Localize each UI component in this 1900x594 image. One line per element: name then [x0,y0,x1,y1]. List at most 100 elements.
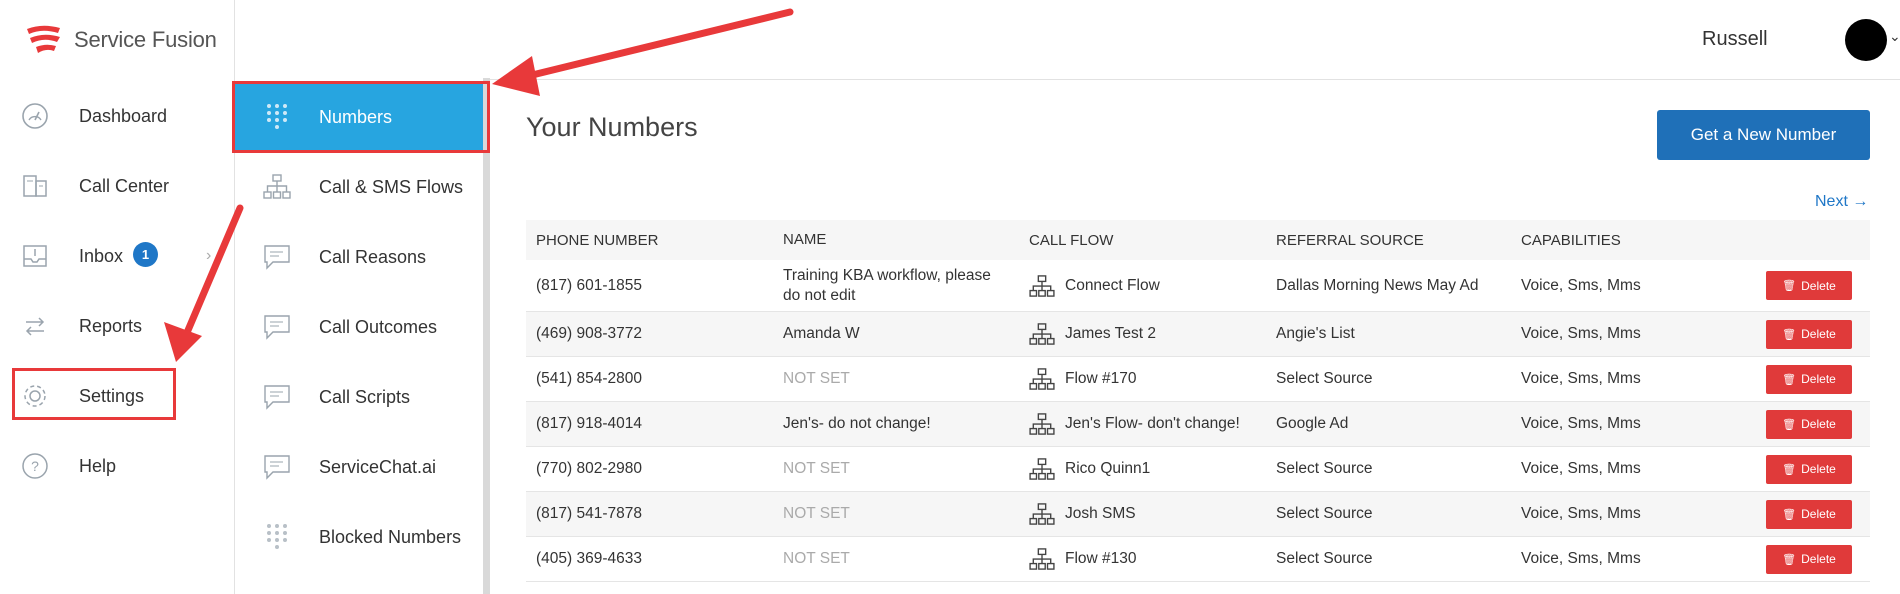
sidebar-item-call-center[interactable]: Call Center [0,157,234,215]
numbers-page: Your Numbers Get a New Number Next → PHO… [490,80,1900,594]
subnav-item-label: Call Scripts [319,386,411,407]
keypad-icon [262,522,292,552]
subnav-item-call-reasons[interactable]: Call Reasons [235,222,483,292]
delete-button[interactable]: 🗑 Delete [1766,409,1852,439]
numbers-table: PHONE NUMBER NAME CALL FLOW REFERRAL SOU… [526,220,1870,582]
flow-tree-icon [1029,548,1065,570]
subnav-item-label: Call & SMS Flows [319,176,464,197]
column-header-name[interactable]: NAME [783,230,1008,250]
inbox-count-badge: 1 [133,242,158,267]
flow-tree-icon [1029,368,1065,390]
user-name[interactable]: Russell [1702,28,1768,51]
brand-logo[interactable]: Service Fusion [24,22,217,58]
table-row[interactable]: (469) 908-3772 Amanda W James Test 2 Angie'… [526,312,1870,357]
delete-button[interactable]: 🗑 Delete [1766,271,1852,300]
annotation-highlight-settings [12,368,176,420]
table-row[interactable]: (817) 541-7878 NOT SET Josh SMS Select Sour… [526,492,1870,537]
sidebar-item-dashboard[interactable]: Dashboard [0,87,234,145]
capabilities: Voice, Sms, Mms [1521,415,1641,432]
subnav-item-blocked-numbers[interactable]: Blocked Numbers [235,502,483,572]
page-title: Your Numbers [526,112,698,142]
column-header-phone[interactable]: PHONE NUMBER [536,232,659,249]
service-fusion-logo-icon [24,23,64,57]
get-new-number-button[interactable]: Get a New Number [1657,110,1870,160]
phone-number: (817) 918-4014 [536,415,642,432]
help-icon: ? [20,451,50,481]
flow-tree-icon [1029,458,1065,480]
delete-button[interactable]: 🗑 Delete [1766,319,1852,349]
call-flow-cell[interactable]: Connect Flow [1029,274,1160,297]
delete-label: Delete [1801,417,1836,431]
call-flow-name: Josh SMS [1065,505,1136,522]
flow-tree-icon [1029,323,1065,345]
subnav-item-servicechat[interactable]: ServiceChat.ai [235,432,483,502]
call-center-icon [20,171,50,201]
phone-number: (817) 541-7878 [536,505,642,522]
flow-tree-icon [1029,503,1065,525]
next-page-link[interactable]: Next → [1815,193,1868,211]
delete-button[interactable]: 🗑 Delete [1766,499,1852,529]
trash-icon: 🗑 [1782,508,1797,521]
delete-button[interactable]: 🗑 Delete [1766,544,1852,574]
referral-source: Select Source [1276,550,1373,567]
table-row[interactable]: (770) 802-2980 NOT SET Rico Quinn1 Select S… [526,447,1870,492]
call-flow-name: Flow #130 [1065,550,1137,567]
avatar[interactable] [1845,19,1887,61]
call-flow-cell[interactable]: Rico Quinn1 [1029,458,1150,480]
phone-number: (770) 802-2980 [536,460,642,477]
call-flow-name: Rico Quinn1 [1065,460,1151,477]
table-row[interactable]: (817) 601-1855 Training KBA workflow, ple… [526,260,1870,312]
chevron-down-icon[interactable]: ⌄ [1889,28,1900,45]
number-name: Jen's- do not change! [783,415,931,432]
referral-source: Dallas Morning News May Ad [1276,276,1479,294]
column-header-call-flow[interactable]: CALL FLOW [1029,232,1113,249]
sidebar-item-inbox[interactable]: Inbox 1 › [0,227,234,285]
subnav-item-call-outcomes[interactable]: Call Outcomes [235,292,483,362]
delete-label: Delete [1801,327,1836,341]
delete-button[interactable]: 🗑 Delete [1766,364,1852,394]
number-name: NOT SET [783,550,850,567]
delete-button[interactable]: 🗑 Delete [1766,454,1852,484]
call-flow-name: Jen's Flow- don't change! [1065,415,1240,432]
call-flow-cell[interactable]: Flow #170 [1029,368,1137,390]
table-row[interactable]: (817) 918-4014 Jen's- do not change! Jen's… [526,402,1870,447]
subnav-item-label: ServiceChat.ai [319,456,437,477]
subnav-item-label: Blocked Numbers [319,526,462,547]
table-row[interactable]: (541) 854-2800 NOT SET Flow #170 Select Sou… [526,357,1870,402]
sidebar-item-label: Dashboard [79,105,168,126]
call-flow-name: Connect Flow [1065,276,1160,294]
column-header-capabilities[interactable]: CAPABILITIES [1521,232,1621,249]
delete-label: Delete [1801,507,1836,521]
capabilities: Voice, Sms, Mms [1521,370,1641,387]
sidebar-item-reports[interactable]: Reports [0,297,234,355]
sidebar-item-label: Help [79,455,117,476]
call-flow-cell[interactable]: James Test 2 [1029,323,1156,345]
flow-tree-icon [1029,413,1065,435]
subnav-item-call-sms-flows[interactable]: Call & SMS Flows [235,152,483,222]
table-row[interactable]: (405) 369-4633 NOT SET Flow #130 Select Sou… [526,537,1870,582]
call-flow-cell[interactable]: Flow #130 [1029,548,1137,570]
number-name: Training KBA workflow, please do not edi… [783,266,991,304]
phone-number: (817) 601-1855 [536,276,642,294]
delete-label: Delete [1801,278,1836,293]
number-name: Amanda W [783,325,860,342]
phone-number: (469) 908-3772 [536,325,642,342]
trash-icon: 🗑 [1782,418,1797,431]
chat-bubble-icon [262,452,292,482]
sidebar-item-help[interactable]: ? Help [0,437,234,495]
capabilities: Voice, Sms, Mms [1521,276,1641,294]
number-name: NOT SET [783,460,850,477]
referral-source: Select Source [1276,505,1373,522]
referral-source: Select Source [1276,460,1373,477]
sidebar-item-label: Reports [79,315,143,336]
phone-number: (405) 369-4633 [536,550,642,567]
annotation-highlight-numbers [232,81,490,153]
column-header-referral[interactable]: REFERRAL SOURCE [1276,232,1424,249]
call-flow-cell[interactable]: Josh SMS [1029,503,1136,525]
call-flow-cell[interactable]: Jen's Flow- don't change! [1029,413,1240,435]
subnav-item-call-scripts[interactable]: Call Scripts [235,362,483,432]
capabilities: Voice, Sms, Mms [1521,460,1641,477]
delete-label: Delete [1801,462,1836,476]
number-name: NOT SET [783,370,850,387]
chevron-right-icon[interactable]: › [206,247,211,265]
